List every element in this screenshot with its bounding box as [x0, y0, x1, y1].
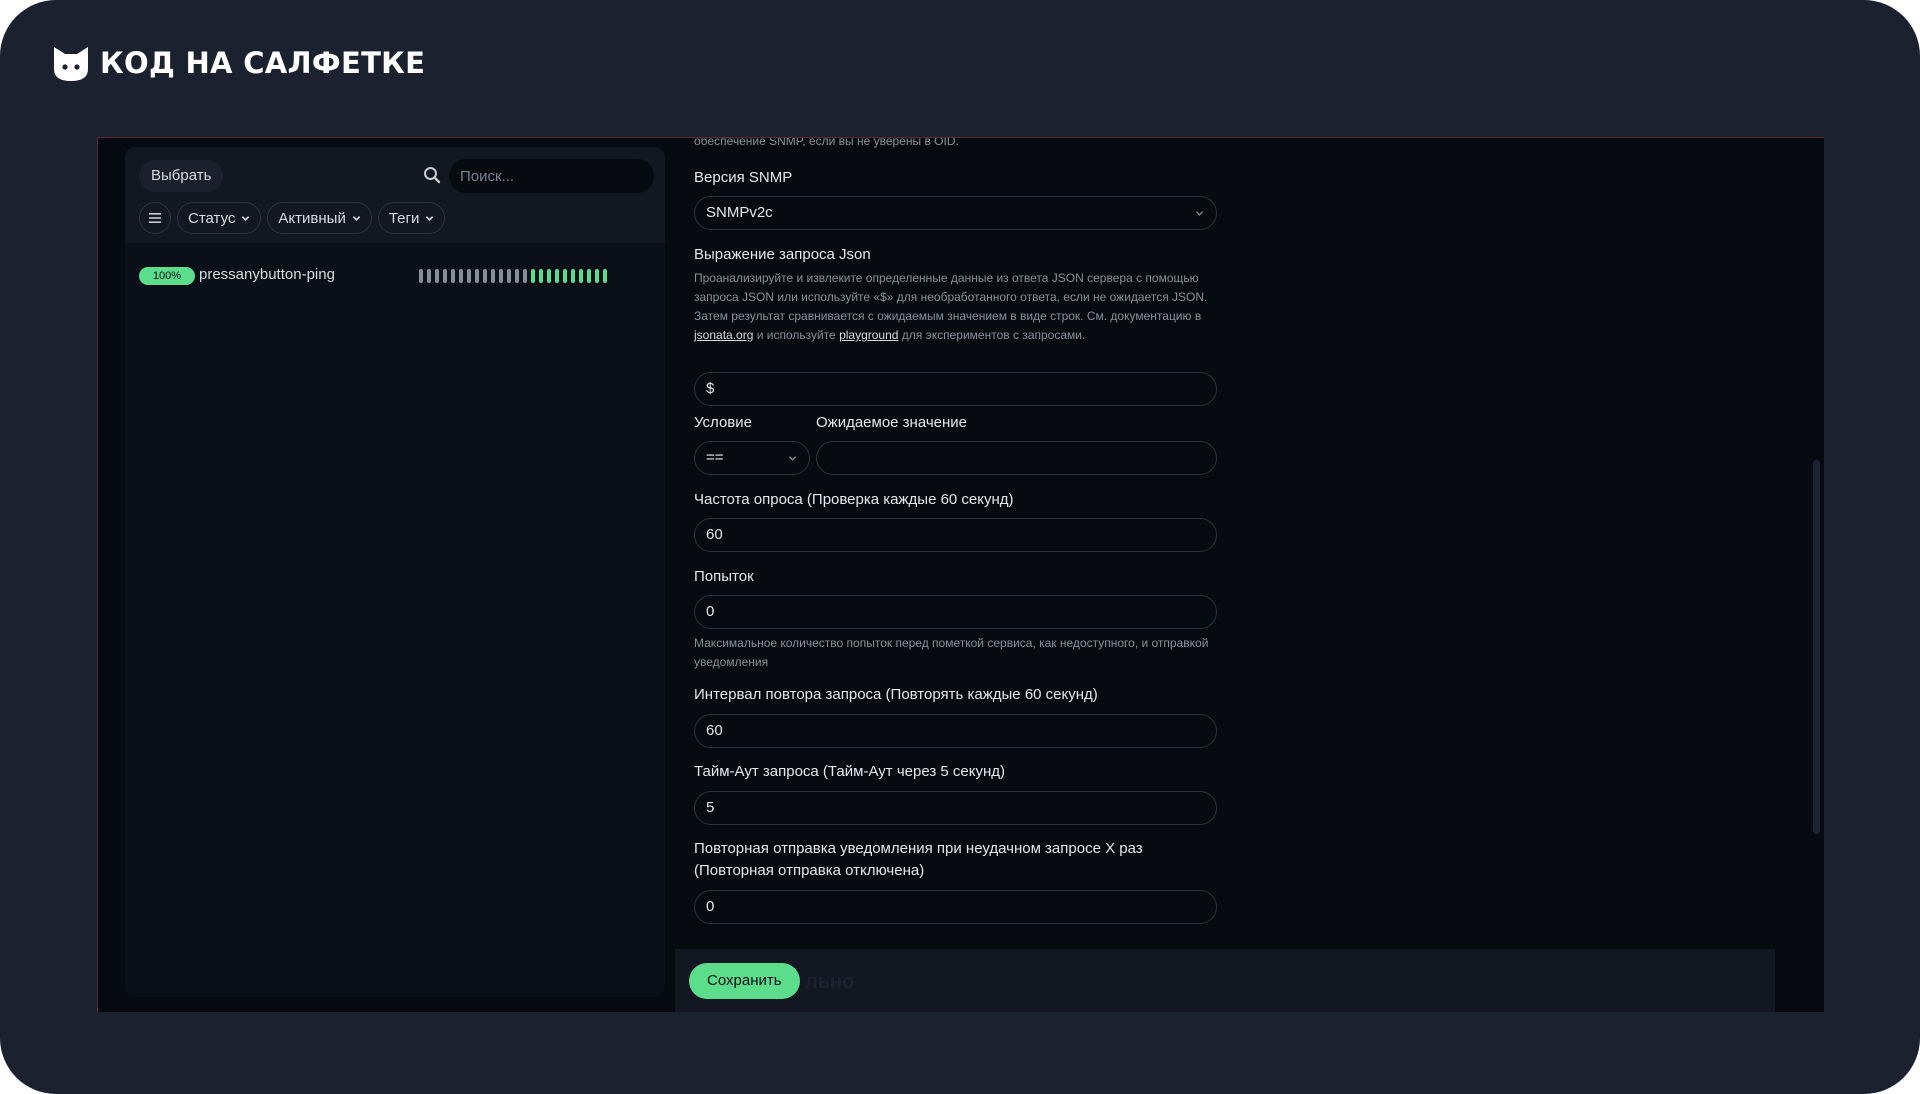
save-button[interactable]: Сохранить [689, 963, 800, 999]
filter-row: Статус Активный Теги [139, 202, 446, 234]
heartbeat-pending[interactable] [435, 269, 439, 283]
retries-hint: Максимальное количество попыток перед по… [694, 636, 1209, 669]
monitor-list-item[interactable]: 100% pressanybutton-ping [139, 265, 653, 285]
interval-label: Частота опроса (Проверка каждые 60 секун… [694, 491, 1014, 508]
heartbeat-up[interactable] [531, 269, 535, 283]
retry-interval-value: 60 [706, 722, 723, 739]
heartbeat-pending[interactable] [419, 269, 423, 283]
interval-input[interactable]: 60 [694, 518, 1217, 552]
playground-link[interactable]: playground [839, 328, 898, 342]
retry-interval-input[interactable]: 60 [694, 714, 1217, 748]
interval-value: 60 [706, 526, 723, 543]
timeout-value: 5 [706, 799, 715, 816]
timeout-label: Тайм-Аут запроса (Тайм-Аут через 5 секун… [694, 763, 1005, 780]
snmp-version-label: Версия SNMP [694, 169, 793, 186]
uptime-badge: 100% [139, 267, 195, 285]
chevron-down-icon [788, 456, 797, 461]
condition-value: == [706, 449, 724, 466]
snmp-version-select[interactable]: SNMPv2c [694, 196, 1217, 230]
heartbeat-bar [419, 269, 607, 283]
heartbeat-pending[interactable] [475, 269, 479, 283]
filter-menu-button[interactable] [139, 202, 171, 234]
brand-name: КОД НА САЛФЕТКЕ [100, 46, 426, 80]
snmp-oid-hint: обеспечение SNMP, если вы не уверены в O… [694, 137, 959, 148]
condition-label: Условие [694, 414, 752, 431]
form-footer: льно Сохранить [675, 949, 1775, 1012]
heartbeat-pending[interactable] [507, 269, 511, 283]
heartbeat-pending[interactable] [483, 269, 487, 283]
chevron-down-icon [242, 215, 250, 221]
monitor-name: pressanybutton-ping [199, 266, 335, 283]
monitor-list-panel: Выбрать Статус [125, 147, 665, 997]
expected-value-label: Ожидаемое значение [816, 414, 968, 431]
json-query-input[interactable]: $ [694, 372, 1217, 406]
json-query-hint-text: для экспериментов с запросами. [898, 328, 1086, 342]
retries-value: 0 [706, 603, 715, 620]
expected-value-input[interactable] [816, 441, 1217, 475]
retries-label: Попыток [694, 568, 754, 585]
list-header: Выбрать Статус [125, 147, 665, 243]
heartbeat-pending[interactable] [467, 269, 471, 283]
json-query-value: $ [706, 380, 715, 397]
presentation-frame: КОД НА САЛФЕТКЕ Выбрать Поиск... Статус … [0, 0, 1920, 1094]
resend-value: 0 [706, 898, 715, 915]
app-screenshot: Выбрать Статус [97, 137, 1824, 1012]
heartbeat-up[interactable] [587, 269, 591, 283]
jsonata-link[interactable]: jsonata.org [694, 328, 753, 342]
heartbeat-up[interactable] [571, 269, 575, 283]
heartbeat-up[interactable] [547, 269, 551, 283]
json-query-hint: Проанализируйте и извлеките определенные… [694, 269, 1217, 345]
heartbeat-up[interactable] [603, 269, 607, 283]
heartbeat-pending[interactable] [491, 269, 495, 283]
timeout-input[interactable]: 5 [694, 791, 1217, 825]
search-icon [424, 167, 441, 184]
json-query-label: Выражение запроса Json [694, 246, 871, 263]
heartbeat-pending[interactable] [499, 269, 503, 283]
monitor-edit-panel: обеспечение SNMP, если вы не уверены в O… [675, 138, 1820, 1012]
filter-active-label: Активный [278, 209, 346, 227]
json-query-hint-text: Проанализируйте и извлеките определенные… [694, 271, 1208, 323]
brand: КОД НА САЛФЕТКЕ [51, 43, 425, 83]
resend-input[interactable]: 0 [694, 890, 1217, 924]
heartbeat-up[interactable] [563, 269, 567, 283]
chevron-down-icon [352, 215, 361, 221]
condition-select[interactable]: == [694, 441, 810, 475]
filter-status[interactable]: Статус [177, 202, 262, 234]
chevron-down-icon [426, 215, 434, 221]
heartbeat-pending[interactable] [523, 269, 527, 283]
chevron-down-icon [1195, 211, 1204, 216]
snmp-version-value: SNMPv2c [706, 204, 773, 221]
heartbeat-up[interactable] [579, 269, 583, 283]
retries-input[interactable]: 0 [694, 595, 1217, 629]
list-icon [149, 213, 161, 223]
heartbeat-up[interactable] [539, 269, 543, 283]
filter-tags[interactable]: Теги [377, 202, 446, 234]
scrollbar-thumb[interactable] [1813, 460, 1820, 834]
heartbeat-up[interactable] [555, 269, 559, 283]
obscured-text: льно [805, 971, 855, 993]
heartbeat-pending[interactable] [459, 269, 463, 283]
search-input[interactable] [449, 159, 654, 193]
select-button[interactable]: Выбрать [139, 160, 224, 192]
resend-label: Повторная отправка уведомления при неуда… [694, 840, 1143, 879]
cat-head-icon [54, 47, 88, 81]
retry-interval-label: Интервал повтора запроса (Повторять кажд… [694, 686, 1098, 703]
heartbeat-pending[interactable] [427, 269, 431, 283]
filter-active[interactable]: Активный [267, 202, 372, 234]
json-query-hint-text: и используйте [753, 328, 840, 342]
heartbeat-pending[interactable] [515, 269, 519, 283]
heartbeat-pending[interactable] [443, 269, 447, 283]
filter-tags-label: Теги [388, 209, 420, 227]
filter-status-label: Статус [188, 209, 236, 227]
heartbeat-pending[interactable] [451, 269, 455, 283]
heartbeat-up[interactable] [595, 269, 599, 283]
